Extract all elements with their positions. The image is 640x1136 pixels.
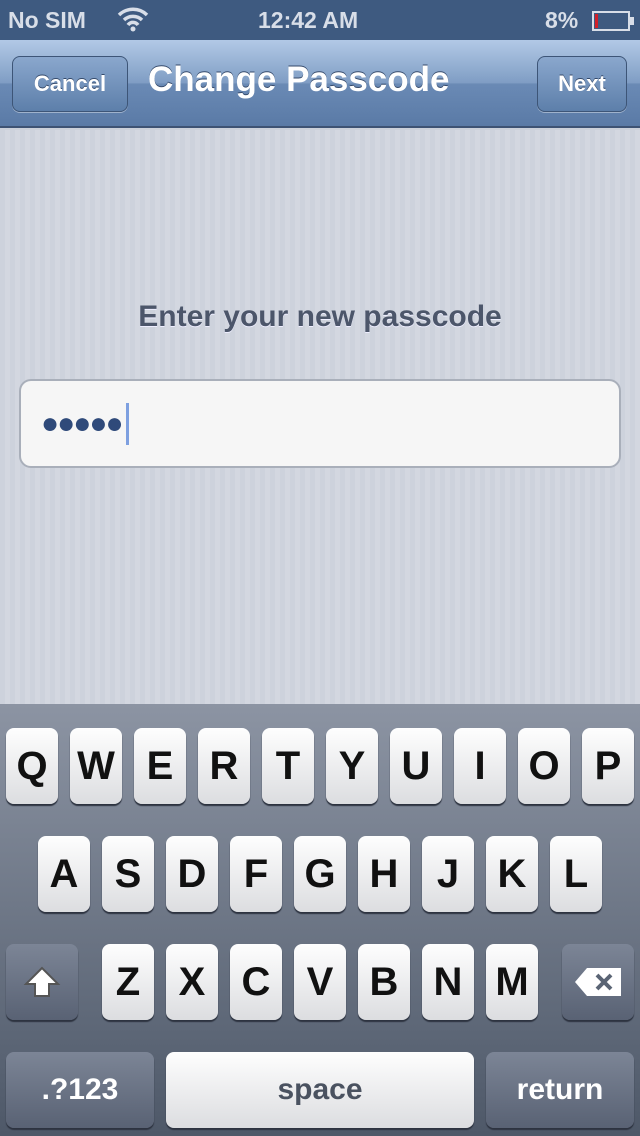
passcode-panel: Enter your new passcode ●●●●● — [0, 130, 640, 704]
key-m[interactable]: M — [486, 944, 538, 1020]
key-g[interactable]: G — [294, 836, 346, 912]
key-y[interactable]: Y — [326, 728, 378, 804]
next-button[interactable]: Next — [537, 56, 627, 112]
key-f[interactable]: F — [230, 836, 282, 912]
key-j[interactable]: J — [422, 836, 474, 912]
key-z[interactable]: Z — [102, 944, 154, 1020]
key-o[interactable]: O — [518, 728, 570, 804]
clock: 12:42 AM — [258, 7, 359, 33]
cancel-button[interactable]: Cancel — [12, 56, 128, 112]
key-v[interactable]: V — [294, 944, 346, 1020]
shift-key[interactable] — [6, 944, 78, 1020]
status-bar: No SIM 12:42 AM 8% — [0, 0, 640, 40]
return-key[interactable]: return — [486, 1052, 634, 1128]
key-q[interactable]: Q — [6, 728, 58, 804]
key-b[interactable]: B — [358, 944, 410, 1020]
key-w[interactable]: W — [70, 728, 122, 804]
backspace-icon — [575, 968, 621, 996]
wifi-icon — [116, 4, 150, 38]
page-title: Change Passcode — [148, 60, 450, 99]
key-r[interactable]: R — [198, 728, 250, 804]
passcode-dots: ●●●●● — [41, 406, 124, 440]
key-n[interactable]: N — [422, 944, 474, 1020]
battery-percent: 8% — [545, 7, 579, 33]
key-i[interactable]: I — [454, 728, 506, 804]
shift-icon — [23, 966, 61, 997]
key-t[interactable]: T — [262, 728, 314, 804]
key-l[interactable]: L — [550, 836, 602, 912]
carrier: No SIM — [8, 7, 86, 33]
key-e[interactable]: E — [134, 728, 186, 804]
space-key[interactable]: space — [166, 1052, 474, 1128]
battery-icon — [592, 10, 636, 37]
key-p[interactable]: P — [582, 728, 634, 804]
keyboard: Q W E R T Y U I O P A S D F G H J K L Z X C V B N M .?123 space retu… — [0, 704, 640, 1136]
passcode-prompt: Enter your new passcode — [138, 300, 502, 333]
key-k[interactable]: K — [486, 836, 538, 912]
key-s[interactable]: S — [102, 836, 154, 912]
key-x[interactable]: X — [166, 944, 218, 1020]
navigation-bar: Cancel Change Passcode Next — [0, 40, 640, 128]
key-h[interactable]: H — [358, 836, 410, 912]
text-cursor — [125, 402, 129, 445]
delete-key[interactable] — [562, 944, 634, 1020]
numbers-key[interactable]: .?123 — [6, 1052, 154, 1128]
key-d[interactable]: D — [166, 836, 218, 912]
key-u[interactable]: U — [390, 728, 442, 804]
passcode-input[interactable]: ●●●●● — [19, 379, 621, 468]
key-a[interactable]: A — [38, 836, 90, 912]
key-c[interactable]: C — [230, 944, 282, 1020]
